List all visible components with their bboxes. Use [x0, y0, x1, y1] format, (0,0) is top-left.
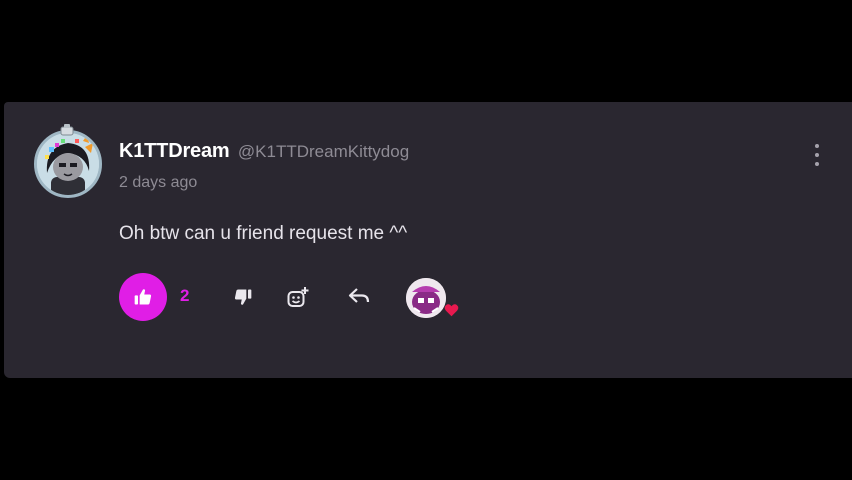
creator-heart-avatar [406, 278, 446, 318]
thumbs-down-icon [234, 289, 252, 305]
reply-icon [348, 288, 370, 303]
like-count: 2 [180, 286, 190, 305]
comment-card: K1TTDream @K1TTDreamKittydog 2 days ago … [4, 102, 852, 378]
heart-icon [444, 304, 459, 317]
reply-button[interactable] [345, 282, 373, 310]
author-name[interactable]: K1TTDream [119, 140, 230, 162]
dislike-button[interactable] [229, 283, 257, 311]
add-reaction-icon [287, 287, 309, 307]
author-avatar[interactable] [34, 130, 102, 198]
add-reaction-button[interactable] [284, 283, 312, 311]
comment-timestamp[interactable]: 2 days ago [119, 174, 197, 192]
comment-header: K1TTDream @K1TTDreamKittydog [119, 140, 409, 163]
comment-text: Oh btw can u friend request me ^^ [119, 223, 408, 244]
thumbs-up-icon [134, 289, 152, 305]
creator-avatar-image [406, 278, 446, 318]
author-avatar-image [37, 133, 99, 195]
avatar-frame-icon [60, 124, 74, 136]
more-options-button[interactable] [808, 142, 826, 168]
more-vertical-icon [815, 144, 819, 148]
like-button[interactable] [119, 273, 167, 321]
author-handle[interactable]: @K1TTDreamKittydog [238, 142, 409, 161]
